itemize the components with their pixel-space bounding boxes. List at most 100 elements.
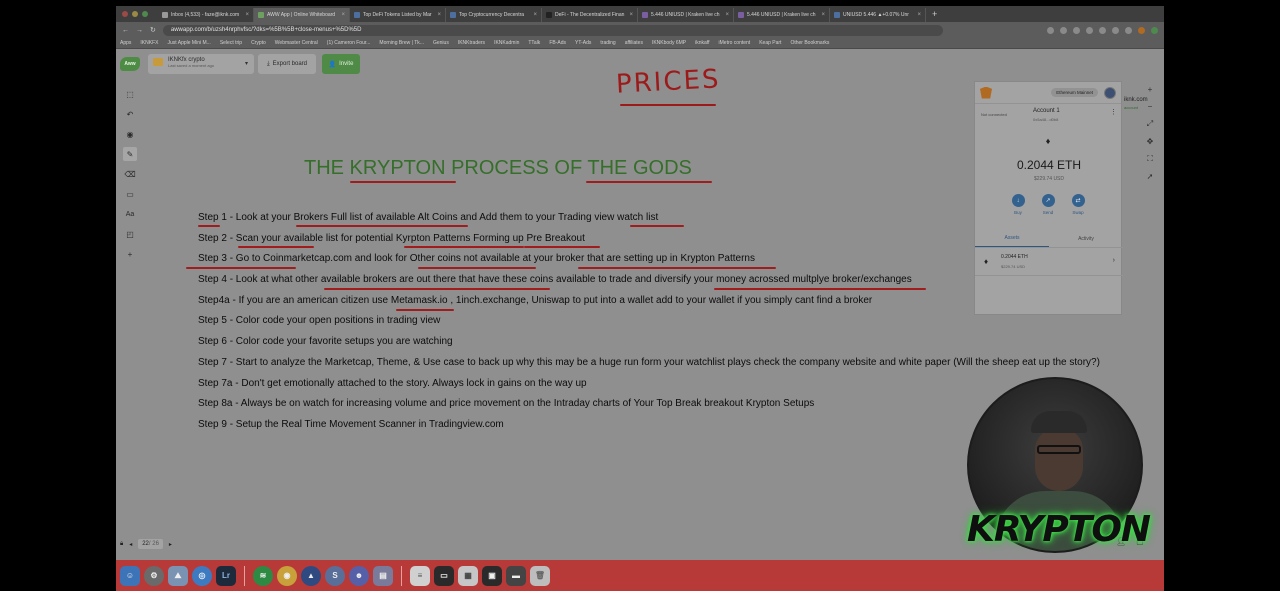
forward-icon[interactable]: → [136,27,143,34]
minimize-window-button[interactable] [132,11,138,17]
swap-button[interactable]: ⇄ Swap [1071,194,1085,215]
browser-tab[interactable]: Top Cryptocurrency Decentra × [446,8,542,22]
close-tab-icon[interactable]: × [725,12,729,18]
page-indicator[interactable]: 22/ 26 [138,539,163,549]
expand-icon[interactable]: ⤢ [1147,119,1153,129]
extension-icon[interactable] [1125,26,1132,34]
bookmark-item[interactable]: IKNKbody 6MP [652,40,686,46]
bookmark-item[interactable]: affiliates [625,40,643,46]
lightroom-icon[interactable]: Lr [216,565,236,586]
extension-icon[interactable] [1112,26,1119,34]
close-tab-icon[interactable]: × [245,12,249,18]
bookmark-item[interactable]: TTalk [528,40,540,46]
lock-icon[interactable]: 🔒︎ [120,541,123,548]
bookmark-item[interactable]: iMetro content [719,40,751,46]
photos-icon[interactable]: ⛰ [168,565,188,586]
new-tab-button[interactable]: + [932,9,937,19]
screenshot-icon[interactable]: ▣ [482,565,502,586]
palette-icon[interactable]: ◉ [123,127,137,141]
extension-icon[interactable] [1060,26,1067,34]
chrome-icon[interactable]: ◉ [277,565,297,586]
browser-tab-active[interactable]: AWW App | Online Whiteboard × [254,8,350,22]
metamask-extension-icon[interactable] [1138,26,1145,34]
trash-icon[interactable]: 🗑︎ [530,565,550,586]
bookmark-item[interactable]: IKNKadmin [494,40,519,46]
undo-icon[interactable]: ↶ [123,107,137,121]
display-icon[interactable]: ▬ [506,565,526,586]
aww-logo[interactable]: Aww [120,57,140,71]
network-selector[interactable]: Ethereum Mainnet [1051,88,1098,97]
terminal-icon[interactable]: ▭ [434,565,454,586]
close-window-button[interactable] [122,11,128,17]
account-name[interactable]: Account 1 [1033,108,1060,114]
url-field[interactable]: awwapp.com/b/uzsh4nrphvfsc/?dks=%5B%5B+c… [162,24,943,36]
finder-icon[interactable]: ☺ [120,565,140,586]
account-avatar[interactable] [1104,86,1116,99]
bookmark-item[interactable]: Apps [120,40,131,46]
text-tool-icon[interactable]: Aa [123,207,137,221]
bookmark-item[interactable]: FB-Ads [549,40,566,46]
bookmark-item[interactable]: YT-Ads [575,40,591,46]
safari-icon[interactable]: ◎ [192,565,212,586]
export-board-button[interactable]: ⤓ Export board [258,54,316,74]
select-tool-icon[interactable]: ⬚ [123,87,137,101]
bookmark-item[interactable]: Other Bookmarks [790,40,829,46]
close-tab-icon[interactable]: × [629,12,633,18]
laser-pointer-icon[interactable]: ➚ [1147,172,1154,181]
bookmark-item[interactable]: Select trip [220,40,242,46]
bookmark-item[interactable]: Webmaster Central [275,40,318,46]
slack-icon[interactable]: S [325,565,345,586]
calculator-icon[interactable]: ▦ [458,565,478,586]
asset-row-eth[interactable]: ♦ 0.2044 ETH $229.74 USD › [975,248,1123,276]
pen-tool-icon[interactable]: ✎ [123,147,137,161]
brave-icon[interactable]: ▲ [301,565,321,586]
tab-activity[interactable]: Activity [1049,230,1123,247]
send-button[interactable]: ↗ Send [1041,194,1055,215]
account-address[interactable]: 0x5a48...d0b8 [1033,117,1058,122]
eraser-icon[interactable]: ⌫ [123,167,137,181]
extension-icon[interactable] [1086,26,1093,34]
browser-tab[interactable]: DeFi - The Decentralized Finan × [542,8,638,22]
close-tab-icon[interactable]: × [821,12,825,18]
system-preferences-icon[interactable]: ⚙ [144,565,164,586]
bookmark-item[interactable]: (1) Cameron Four... [327,40,371,46]
move-icon[interactable]: ✥ [1147,137,1154,146]
board-name-dropdown[interactable]: IKNKfx crypto Last saved a moment ago ▾ [148,54,254,74]
close-tab-icon[interactable]: × [917,12,921,18]
bookmark-item[interactable]: Morning Brew | Tk... [379,40,424,46]
reload-icon[interactable]: ↻ [150,26,156,34]
bookmark-item[interactable]: Genius [433,40,449,46]
zoom-in-icon[interactable]: + [1148,85,1153,94]
buy-button[interactable]: ↓ Buy [1011,194,1025,215]
notes-icon[interactable]: ≡ [410,565,430,586]
connection-status[interactable]: Not connected [981,112,1007,117]
bookmark-item[interactable]: IKNKtraders [458,40,485,46]
bookmark-item[interactable]: trading [600,40,615,46]
prev-page-icon[interactable]: ◂ [129,541,132,548]
bookmark-item[interactable]: Keap Part [759,40,781,46]
extension-icon[interactable] [1047,26,1054,34]
fit-icon[interactable]: ⛶ [1147,154,1153,164]
shape-tool-icon[interactable]: ▭ [123,187,137,201]
kebab-menu-icon[interactable]: ⋮ [1110,108,1117,116]
invite-button[interactable]: 👤 Invite [322,54,360,74]
back-icon[interactable]: ← [122,27,129,34]
bookmark-item[interactable]: IKNKFX [140,40,158,46]
close-tab-icon[interactable]: × [533,12,537,18]
discord-icon[interactable]: ☻ [349,565,369,586]
browser-tab[interactable]: UNIUSD 5.446 ▲+0.07% Unr × [830,8,926,22]
tab-assets[interactable]: Assets [975,230,1049,247]
spotify-icon[interactable]: ≋ [253,565,273,586]
browser-tab[interactable]: Top DeFi Tokens Listed by Mar × [350,8,446,22]
browser-tab[interactable]: Inbox (4,533) - faze@iknk.com × [158,8,254,22]
zoom-out-icon[interactable]: − [1148,102,1153,111]
add-icon[interactable]: + [123,247,137,261]
extension-icon[interactable] [1073,26,1080,34]
close-tab-icon[interactable]: × [341,12,345,18]
close-tab-icon[interactable]: × [437,12,441,18]
bookmark-item[interactable]: Just Apple Mini M... [167,40,210,46]
browser-tab[interactable]: 5.446 UNIUSD | Kraken live ch × [734,8,830,22]
extension-icon[interactable] [1099,26,1106,34]
next-page-icon[interactable]: ▸ [169,541,172,548]
preview-icon[interactable]: ▤ [373,565,393,586]
